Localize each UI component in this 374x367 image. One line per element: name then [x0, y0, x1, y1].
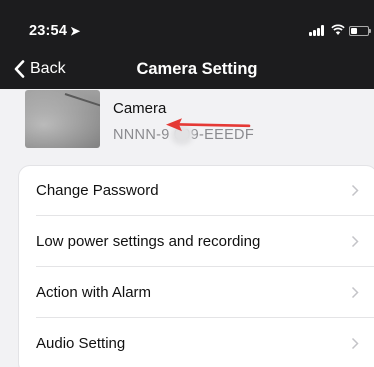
chevron-right-icon — [351, 235, 359, 248]
top-bar: 23:54 ➤ Back Camera Setting — [0, 0, 374, 89]
menu-item-label: Action with Alarm — [36, 284, 152, 301]
menu-item-action-with-alarm[interactable]: Action with Alarm — [19, 268, 374, 318]
page-title: Camera Setting — [136, 60, 258, 78]
cellular-signal-icon — [309, 25, 327, 36]
chevron-right-icon — [351, 286, 359, 299]
menu-item-label: Audio Setting — [36, 335, 126, 352]
status-time: 23:54 ➤ — [29, 23, 80, 39]
annotation-arrow-icon — [166, 118, 251, 132]
divider — [36, 215, 374, 216]
menu-item-label: Change Password — [36, 182, 159, 199]
battery-icon — [349, 26, 371, 36]
location-icon: ➤ — [70, 24, 81, 38]
status-icons — [309, 24, 371, 38]
menu-item-audio-setting[interactable]: Audio Setting — [19, 319, 374, 367]
camera-thumbnail — [25, 90, 100, 148]
wifi-icon — [331, 24, 345, 35]
device-name: Camera — [113, 100, 167, 117]
chevron-right-icon — [351, 184, 359, 197]
clock-text: 23:54 — [29, 23, 68, 39]
divider — [36, 317, 374, 318]
menu-item-low-power-recording[interactable]: Low power settings and recording — [19, 217, 374, 267]
menu-item-change-password[interactable]: Change Password — [19, 166, 374, 216]
chevron-right-icon — [351, 337, 359, 350]
settings-list: Change Password Low power settings and r… — [18, 165, 374, 367]
menu-item-label: Low power settings and recording — [36, 233, 261, 250]
divider — [36, 266, 374, 267]
